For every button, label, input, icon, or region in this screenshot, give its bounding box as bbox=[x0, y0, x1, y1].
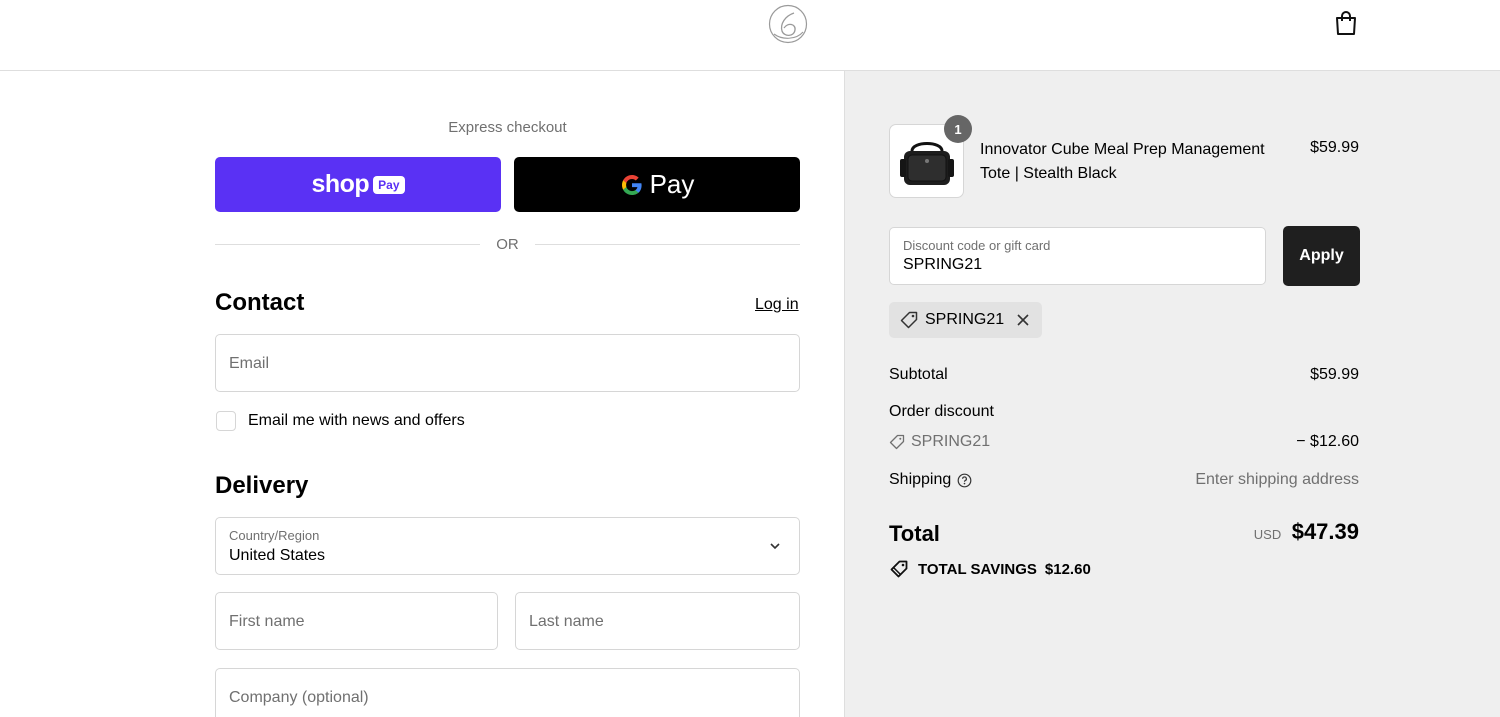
total-value-row: USD $47.39 bbox=[1159, 519, 1359, 545]
quantity-badge: 1 bbox=[944, 115, 972, 143]
discount-label: Discount code or gift card bbox=[903, 238, 1051, 253]
tag-icon bbox=[900, 311, 918, 329]
first-name-placeholder: First name bbox=[229, 613, 305, 630]
savings-tag-icon bbox=[890, 560, 908, 578]
shopping-bag-icon[interactable] bbox=[1333, 9, 1359, 37]
express-checkout-label: Express checkout bbox=[448, 119, 567, 136]
total-label: Total bbox=[889, 521, 940, 546]
google-pay-button[interactable]: Pay bbox=[514, 157, 800, 212]
apply-button[interactable]: Apply bbox=[1283, 226, 1360, 286]
order-discount-label: Order discount bbox=[889, 403, 994, 420]
order-discount-code: SPRING21 bbox=[911, 433, 991, 450]
order-discount-value: − $12.60 bbox=[1296, 433, 1359, 450]
google-pay-label: Pay bbox=[649, 169, 695, 199]
help-circle-icon[interactable] bbox=[957, 473, 972, 488]
delivery-heading: Delivery bbox=[215, 472, 309, 499]
product-bag-image bbox=[900, 142, 954, 185]
email-placeholder: Email bbox=[229, 355, 270, 372]
applied-discount-code: SPRING21 bbox=[925, 311, 1005, 328]
discount-value: SPRING21 bbox=[903, 256, 983, 273]
country-select[interactable]: Country/Region United States bbox=[215, 517, 800, 575]
first-name-field[interactable]: First name bbox=[215, 592, 498, 650]
contact-heading: Contact bbox=[215, 289, 305, 316]
product-price: $59.99 bbox=[1310, 139, 1359, 156]
order-discount-code-row: SPRING21 bbox=[889, 433, 990, 451]
site-header bbox=[0, 0, 1500, 71]
total-savings-value: $12.60 bbox=[1044, 560, 1091, 578]
applied-discount-chip: SPRING21 bbox=[889, 302, 1043, 338]
newsletter-checkbox[interactable] bbox=[216, 411, 236, 431]
company-placeholder: Company (optional) bbox=[229, 689, 369, 706]
total-savings: TOTAL SAVINGS $12.60 bbox=[889, 559, 1091, 579]
subtotal-label: Subtotal bbox=[889, 366, 948, 383]
email-field[interactable]: Email bbox=[215, 334, 800, 392]
country-value: United States bbox=[229, 547, 326, 564]
company-field[interactable]: Company (optional) bbox=[215, 668, 800, 717]
login-link[interactable]: Log in bbox=[755, 296, 799, 314]
remove-discount-icon[interactable] bbox=[1016, 313, 1030, 327]
last-name-placeholder: Last name bbox=[529, 613, 604, 630]
divider-line-right bbox=[535, 244, 800, 245]
chevron-down-icon bbox=[770, 543, 780, 550]
subtotal-value: $59.99 bbox=[1310, 366, 1359, 383]
country-label: Country/Region bbox=[229, 528, 320, 543]
shipping-value: Enter shipping address bbox=[1195, 471, 1359, 488]
newsletter-label[interactable]: Email me with news and offers bbox=[248, 412, 465, 430]
google-g-icon bbox=[621, 174, 642, 195]
shipping-label: Shipping bbox=[889, 471, 952, 488]
shop-pay-wordmark: shop bbox=[311, 170, 370, 198]
shop-pay-button[interactable]: shop Pay bbox=[215, 157, 501, 212]
brand-logo[interactable] bbox=[768, 4, 808, 44]
shop-pay-pill: Pay bbox=[373, 175, 405, 194]
total-savings-label: TOTAL SAVINGS bbox=[918, 560, 1037, 578]
discount-code-field[interactable]: Discount code or gift card SPRING21 bbox=[889, 227, 1266, 285]
last-name-field[interactable]: Last name bbox=[515, 592, 800, 650]
currency-code: USD bbox=[1253, 527, 1282, 542]
tag-icon bbox=[889, 434, 905, 450]
shipping-label-row: Shipping bbox=[889, 471, 972, 489]
total-value: $47.39 bbox=[1291, 519, 1359, 544]
or-divider: OR bbox=[215, 236, 800, 254]
product-name: Innovator Cube Meal Prep Management Tote… bbox=[980, 141, 1265, 182]
